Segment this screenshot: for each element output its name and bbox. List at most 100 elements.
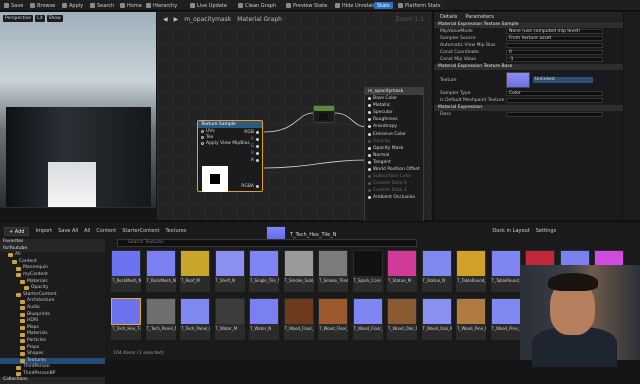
save-all-button[interactable]: Save All (58, 228, 78, 234)
material-result-node[interactable]: m_opacitymask Base Color Metallic Specular… (364, 87, 424, 222)
material-pin[interactable]: Subsurface Color (365, 173, 423, 180)
folder-item[interactable]: Textures (0, 357, 105, 365)
preview-viewport[interactable]: Perspective Lit Show (0, 12, 156, 208)
rgb-pin[interactable]: RGB (244, 129, 259, 135)
property-value[interactable] (506, 43, 603, 48)
material-pin[interactable]: Anisotropy (365, 123, 423, 130)
texture-sample-node[interactable]: Texture Sample UVs Tex Apply View MipBia… (197, 120, 263, 192)
material-pin[interactable]: World Position Offset (365, 166, 423, 173)
folder-item[interactable]: ThirdPerson (0, 364, 105, 371)
perspective-toggle[interactable]: Perspective (3, 15, 34, 22)
material-pin[interactable]: Custom Data 0 (365, 180, 423, 187)
browse-button[interactable]: Browse (30, 2, 55, 9)
folder-item[interactable]: HDRI (0, 318, 105, 325)
asset-tile[interactable]: T_Water_N (249, 298, 279, 341)
clean-graph-button[interactable]: Clean Graph (238, 2, 276, 9)
property-value[interactable]: -1 (506, 57, 603, 62)
material-pin[interactable]: Emissive Color (365, 130, 423, 137)
asset-tile[interactable]: T_Statue_M (387, 250, 417, 293)
material-pin[interactable]: Opacity Mask (365, 145, 423, 152)
asset-tile[interactable]: T_Water_M (214, 298, 245, 341)
folder-item[interactable]: Opacity (0, 285, 105, 292)
crumb-all[interactable]: All (84, 228, 90, 234)
crumb-starter[interactable]: StarterContent (122, 228, 159, 234)
asset-tile[interactable]: T_RockMesh_N (145, 250, 176, 293)
property-value[interactable] (506, 112, 603, 117)
palette-strip[interactable] (624, 12, 640, 220)
folder-item[interactable]: Architecture (0, 298, 105, 305)
material-graph[interactable]: ◀ ▶ m_opacitymask Material Graph Zoom 1:… (157, 12, 432, 222)
crumb-content[interactable]: Content (96, 228, 116, 234)
property-value[interactable]: 0 (506, 50, 603, 55)
asset-tile[interactable]: T_Wood_Floor_Walnut_D (283, 298, 314, 341)
import-button[interactable]: Import (35, 228, 52, 234)
asset-tile[interactable]: T_Tech_Panel_N (180, 298, 210, 341)
search-textures-input[interactable]: Search Textures (117, 239, 417, 247)
tab-parameters[interactable]: Parameters (465, 14, 494, 20)
asset-tile[interactable]: T_Smoke_SubUV (283, 250, 314, 293)
asset-tile[interactable]: T_Tech_Hex_Tile_N (111, 298, 141, 341)
folder-item[interactable]: Audio (0, 305, 105, 312)
lit-toggle[interactable]: Lit (35, 15, 45, 22)
search-button[interactable]: Search (90, 2, 114, 9)
material-pin[interactable]: Custom Data 1 (365, 187, 423, 194)
asset-tile[interactable]: T_TableRound_M (456, 250, 486, 293)
folder-item[interactable]: Mannequin (0, 265, 105, 272)
constant-node[interactable] (313, 105, 335, 123)
home-button[interactable]: Home (120, 2, 142, 9)
dock-in-layout-button[interactable]: Dock in Layout (492, 228, 529, 234)
hierarchy-button[interactable]: Hierarchy (146, 2, 177, 9)
material-pin[interactable]: Specular (365, 109, 423, 116)
r-pin[interactable]: R (251, 136, 259, 142)
asset-tile[interactable]: T_Single_Tile_N (249, 250, 279, 293)
property-value[interactable]: None (use computed mip level) (506, 29, 603, 34)
asset-tile[interactable]: T_Wood_Floor_Walnut_M (318, 298, 348, 341)
folder-item[interactable]: Particles (0, 338, 105, 345)
material-pin[interactable]: Tangent (365, 159, 423, 166)
folder-item[interactable]: Maps (0, 325, 105, 332)
folder-item[interactable]: Materials (0, 279, 105, 286)
live-update-button[interactable]: Live Update (190, 2, 227, 9)
asset-tile[interactable]: T_Wood_Oak_D (387, 298, 417, 341)
asset-tile[interactable]: T_Statue_N (421, 250, 452, 293)
show-toggle[interactable]: Show (46, 15, 63, 22)
asset-tile[interactable]: T_Smoke_Tiled_D (318, 250, 348, 293)
folder-item[interactable]: Props (0, 345, 105, 352)
crumb-textures[interactable]: Textures (165, 228, 186, 234)
settings-button[interactable]: Settings (536, 228, 557, 234)
property-value[interactable]: From texture asset (506, 36, 603, 41)
asset-tile[interactable]: T_Wood_Pine_N (490, 298, 521, 341)
material-pin[interactable]: Opacity (365, 138, 423, 145)
folder-item[interactable]: Content (0, 259, 105, 266)
material-pin[interactable]: Metallic (365, 102, 423, 109)
tab-details[interactable]: Details (440, 14, 457, 20)
save-button[interactable]: Save (4, 2, 23, 9)
property-value[interactable]: Color (506, 91, 603, 96)
stats-button[interactable]: Stats (374, 2, 393, 9)
texture-asset-picker[interactable]: Unlinked (533, 77, 593, 83)
material-pin[interactable]: Base Color (365, 95, 423, 102)
asset-tile[interactable]: T_RockMesh_N (111, 250, 141, 293)
add-button[interactable]: + Add (4, 226, 30, 236)
platform-stats-button[interactable]: Platform Stats (398, 2, 440, 9)
hide-unrelated-button[interactable]: Hide Unrelated (335, 2, 380, 9)
asset-tile[interactable]: T_Wood_Pine_D (456, 298, 486, 341)
a-pin[interactable]: A (251, 157, 259, 163)
asset-tile[interactable]: T_Wood_Oak_N (421, 298, 452, 341)
texture-asset-thumb[interactable] (506, 72, 530, 88)
asset-tile[interactable]: T_Wood_Floor_Walnut_N (352, 298, 383, 341)
folder-item[interactable]: All (0, 252, 105, 259)
material-pin[interactable]: Normal (365, 152, 423, 159)
apply-button[interactable]: Apply (62, 2, 83, 9)
asset-tile[interactable]: T_Tech_Panel_M (145, 298, 176, 341)
property-value[interactable] (506, 98, 603, 103)
asset-tile[interactable]: T_Spark_Core (352, 250, 383, 293)
asset-tile[interactable]: T_TableRound_N (490, 250, 521, 293)
collections-header[interactable]: Collections (0, 377, 105, 384)
folder-item[interactable]: Materials (0, 331, 105, 338)
b-pin[interactable]: B (251, 150, 259, 156)
rgba-pin[interactable]: RGBA (241, 183, 259, 189)
asset-tile[interactable]: T_Shelf_N (214, 250, 245, 293)
folder-item[interactable]: Blueprints (0, 312, 105, 319)
favorites-header[interactable]: Favorites (0, 239, 105, 246)
